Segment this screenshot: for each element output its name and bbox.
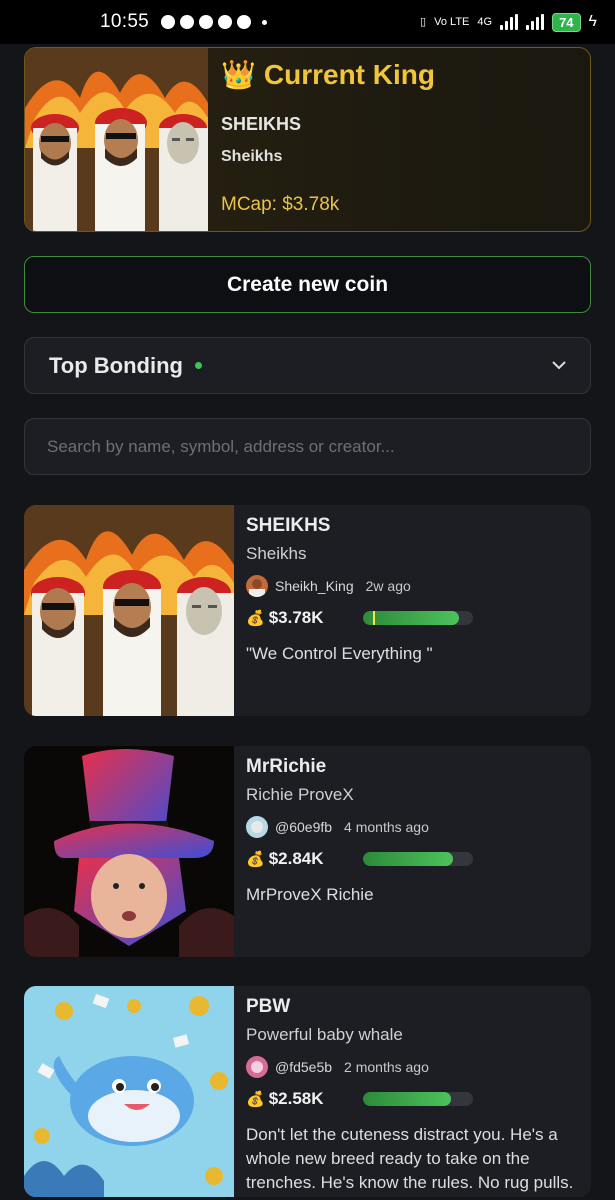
money-bag-icon: 💰 <box>246 851 265 868</box>
king-coin-symbol: SHEIKHS <box>221 114 302 134</box>
creator-avatar[interactable] <box>246 575 268 597</box>
chevron-down-icon <box>552 357 566 375</box>
coin-card[interactable]: SHEIKHS Sheikhs Sheikh_King 2w ago 💰 $3.… <box>24 505 591 716</box>
coin-image <box>24 746 234 957</box>
vibrate-icon: ▯ <box>420 15 427 28</box>
money-bag-icon: 💰 <box>246 610 265 627</box>
market-cap-value: $3.78K <box>268 608 324 627</box>
coin-description: MrProveX Richie <box>246 885 374 904</box>
creator-avatar[interactable] <box>246 816 268 838</box>
whatsapp-icon <box>237 15 252 29</box>
creator-row: Sheikh_King 2w ago <box>246 574 581 598</box>
coin-image <box>24 986 234 1197</box>
search-box[interactable] <box>24 418 591 475</box>
more-notifications-icon <box>262 19 268 25</box>
signal-icon <box>500 14 519 30</box>
current-king-title: 👑 Current King <box>221 58 435 91</box>
facebook-icon <box>199 15 214 29</box>
creator-link[interactable]: Sheikh_King <box>275 578 354 594</box>
coin-card[interactable]: PBW Powerful baby whale @fd5e5b 2 months… <box>24 986 591 1197</box>
network-type-label: 4G <box>477 15 493 28</box>
coin-symbol: SHEIKHS <box>246 515 331 536</box>
coin-symbol: PBW <box>246 996 291 1017</box>
coin-name: Sheikhs <box>246 544 307 563</box>
market-cap-value: $2.84K <box>268 849 324 868</box>
create-new-coin-button[interactable]: Create new coin <box>24 256 591 313</box>
market-cap-row: 💰 $3.78K <box>246 606 581 630</box>
bonding-progress-bar <box>362 852 473 866</box>
status-time: 10:55 <box>100 11 150 32</box>
notification-icons <box>161 15 268 29</box>
bonding-progress-bar <box>362 1092 473 1106</box>
bonding-progress-fill <box>362 611 460 625</box>
money-bag-icon: 💰 <box>246 1091 265 1108</box>
coin-description: Don't let the cuteness distract you. He'… <box>246 1125 574 1192</box>
coin-image <box>24 505 234 716</box>
king-coin-name: Sheikhs <box>221 148 283 165</box>
bonding-progress-marker <box>372 611 375 625</box>
bonding-progress-bar <box>362 611 473 625</box>
coin-name: Richie ProveX <box>246 785 354 804</box>
signal-icon <box>526 14 545 30</box>
bonding-progress-fill <box>362 852 453 866</box>
charging-icon: ϟ <box>588 13 597 30</box>
sort-dropdown[interactable]: Top Bonding <box>24 337 591 394</box>
volte-label: Vo LTE <box>434 15 470 28</box>
coin-age: 4 months ago <box>344 819 429 835</box>
king-market-cap: MCap: $3.78k <box>221 194 340 215</box>
market-cap-row: 💰 $2.58K <box>246 1087 581 1111</box>
creator-avatar[interactable] <box>246 1056 268 1078</box>
bonding-progress-fill <box>362 1092 451 1106</box>
battery-indicator: 74 <box>552 12 581 32</box>
market-cap-row: 💰 $2.84K <box>246 847 581 871</box>
current-king-card[interactable]: 👑 Current King SHEIKHS Sheikhs MCap: $3.… <box>24 47 591 232</box>
facebook-icon <box>180 15 195 29</box>
coin-card[interactable]: MrRichie Richie ProveX @60e9fb 4 months … <box>24 746 591 957</box>
status-bar: 10:55 ▯ Vo LTE 4G 74 ϟ <box>0 0 615 44</box>
coin-symbol: MrRichie <box>246 756 327 777</box>
coin-age: 2w ago <box>365 578 411 594</box>
live-status-dot <box>195 362 202 369</box>
sort-selected-value: Top Bonding <box>49 352 183 378</box>
creator-row: @60e9fb 4 months ago <box>246 815 581 839</box>
market-cap-value: $2.58K <box>268 1089 324 1108</box>
chat-icon <box>218 15 233 29</box>
search-input[interactable] <box>47 436 568 457</box>
coin-description: "We Control Everything " <box>246 644 433 663</box>
coin-name: Powerful baby whale <box>246 1025 403 1044</box>
crown-icon: 👑 <box>221 59 256 90</box>
coin-age: 2 months ago <box>344 1059 429 1075</box>
facebook-icon <box>161 15 176 29</box>
creator-link[interactable]: @60e9fb <box>275 819 332 835</box>
king-coin-image <box>25 48 208 231</box>
creator-link[interactable]: @fd5e5b <box>275 1059 332 1075</box>
creator-row: @fd5e5b 2 months ago <box>246 1055 581 1079</box>
